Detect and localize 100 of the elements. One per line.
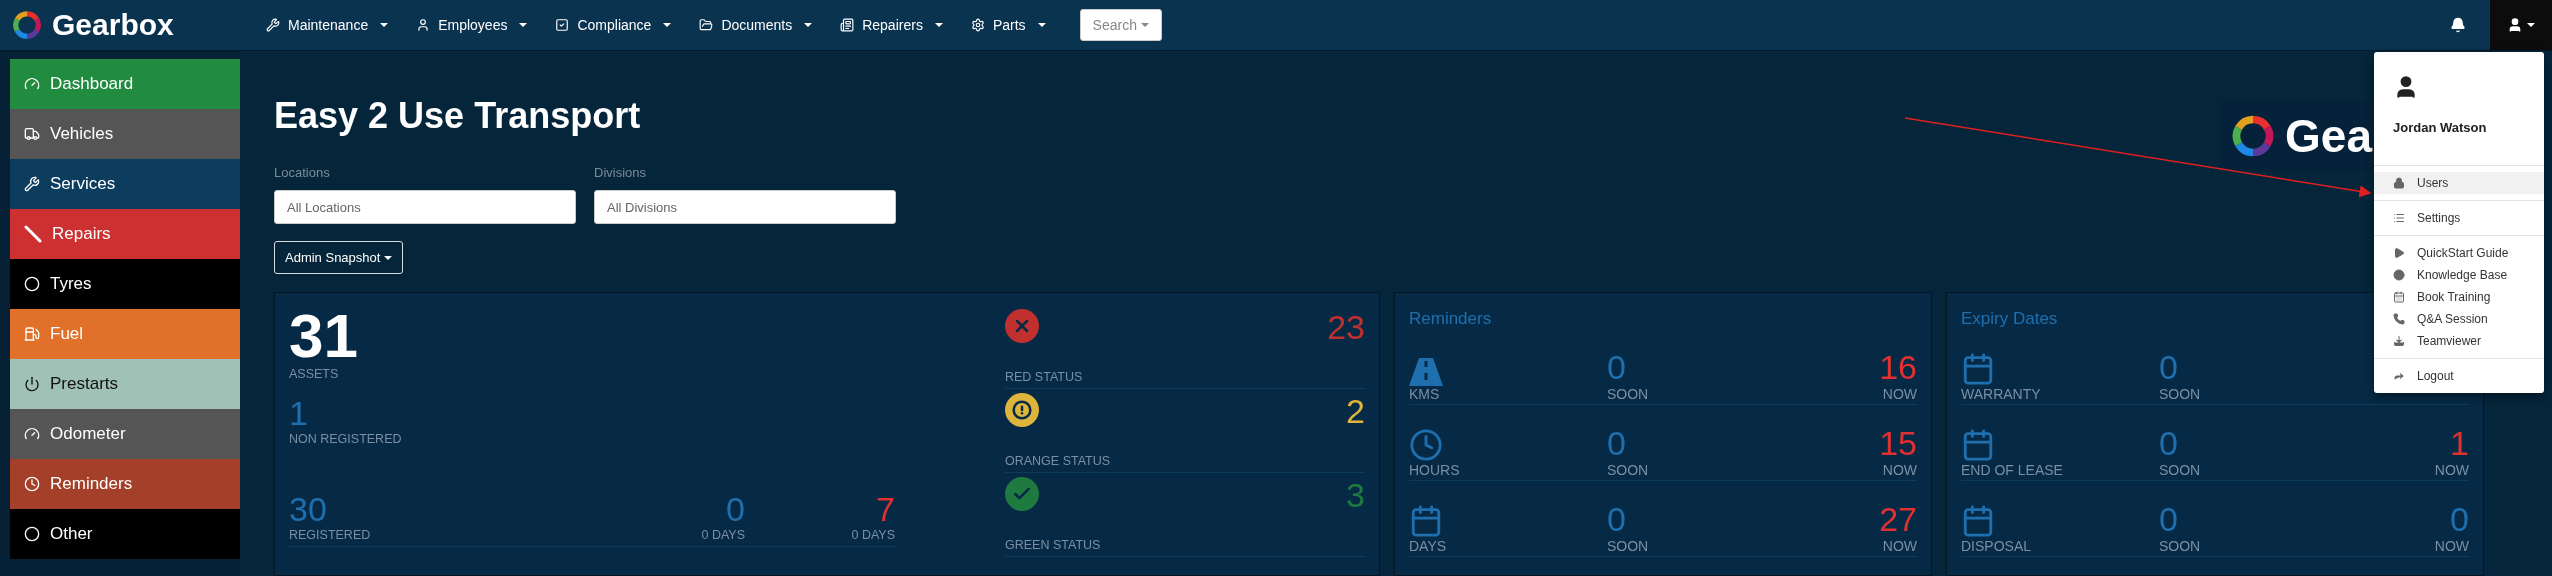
menu-item[interactable]: QuickStart Guide (2374, 242, 2544, 264)
sidebar-item[interactable]: Prestarts (10, 359, 240, 409)
sidebar-item[interactable]: Repairs (10, 209, 240, 259)
sidebar-item[interactable]: Reminders (10, 459, 240, 509)
menu-item[interactable]: Users (2374, 172, 2544, 194)
sidebar-item[interactable]: Vehicles (10, 109, 240, 159)
filter-input-field[interactable]: All Locations (274, 190, 576, 224)
soon-label: SOON (1607, 386, 1649, 402)
menu-item[interactable]: Knowledge Base (2374, 264, 2544, 286)
now-count: 27 (1879, 500, 1917, 538)
ring-icon (24, 526, 40, 542)
gauge-icon (24, 426, 40, 442)
user-name: Jordan Watson (2393, 120, 2488, 135)
status-count: 2 (1346, 393, 1365, 431)
status-count: 3 (1346, 477, 1365, 515)
newspaper-icon (840, 18, 855, 32)
nav-menu-item[interactable]: Parts (956, 17, 1060, 33)
filter-label: Locations (274, 165, 331, 180)
calendar-icon (1409, 504, 1443, 538)
non-registered-label: NON REGISTERED (289, 432, 403, 447)
nav-menu-item[interactable]: Maintenance (252, 17, 403, 33)
card-title: Expiry Dates (1961, 309, 2058, 329)
sidebar-item[interactable]: Odometer (10, 409, 240, 459)
menu-item[interactable]: Q&A Session (2374, 308, 2544, 330)
search-button[interactable]: Search (1079, 9, 1162, 41)
road-icon (1409, 358, 1443, 386)
calendar-icon (1961, 428, 1995, 462)
clock-icon (24, 476, 40, 492)
nav-menu-item[interactable]: Employees (402, 17, 542, 33)
now-label: NOW (1882, 462, 1917, 478)
sidebar-item[interactable]: Other (10, 509, 240, 559)
row-label: WARRANTY (1961, 386, 2041, 402)
now-label: NOW (2434, 462, 2469, 478)
soon-label: SOON (2159, 386, 2201, 402)
now-label: NOW (2434, 538, 2469, 554)
assets-count: 31 (289, 305, 359, 367)
menu-item[interactable]: Logout (2374, 365, 2544, 387)
soon-count: 0 (1607, 424, 1626, 462)
menu-item[interactable]: Book Training (2374, 286, 2544, 308)
download-icon (2393, 335, 2405, 347)
notification-bell-icon[interactable] (2450, 17, 2466, 33)
registered-count: 30 (289, 491, 328, 529)
card-title: Reminders (1409, 309, 1492, 329)
menu-item[interactable]: Teamviewer (2374, 330, 2544, 352)
power-icon (24, 376, 40, 392)
soon-count: 0 (2159, 348, 2178, 386)
ring-icon (24, 276, 40, 292)
gear-ring-logo-icon (12, 10, 42, 40)
person-icon (416, 18, 431, 32)
nav-menu-item[interactable]: Documents (685, 17, 827, 33)
calendar-icon (2393, 291, 2405, 303)
sidebar-item[interactable]: Tyres (10, 259, 240, 309)
row-label: HOURS (1409, 462, 1460, 478)
calendar-icon (1961, 504, 1995, 538)
wrench-icon (24, 176, 40, 192)
status-label: RED STATUS (1005, 370, 1083, 384)
soon-label: SOON (1607, 462, 1649, 478)
soon-count: 0 (2159, 500, 2178, 538)
soon-count: 0 (1607, 348, 1626, 386)
days-count: 7 (876, 491, 895, 529)
page-title: Easy 2 Use Transport (274, 95, 641, 137)
soon-count: 0 (2159, 424, 2178, 462)
lock-icon (2393, 177, 2405, 189)
gear-ring-logo-icon (2231, 114, 2276, 158)
screwdriver-icon (24, 225, 42, 243)
status-label: GREEN STATUS (1005, 538, 1101, 552)
menu-item[interactable]: Settings (2374, 207, 2544, 229)
folder-icon (699, 18, 714, 32)
row-label: END OF LEASE (1961, 462, 2063, 478)
user-menu-button[interactable] (2490, 0, 2552, 50)
soon-label: SOON (2159, 538, 2201, 554)
gauge-icon (24, 76, 40, 92)
checkbox-icon (555, 18, 570, 32)
wrench-icon (266, 18, 280, 32)
gear-icon (970, 18, 985, 32)
list-icon (2393, 212, 2405, 224)
now-count: 15 (1879, 424, 1917, 462)
sidebar-item[interactable]: Dashboard (10, 59, 240, 109)
filter-input-field[interactable]: All Divisions (594, 190, 896, 224)
now-count: 1 (2450, 424, 2469, 462)
calendar-icon (1961, 352, 1995, 386)
days-label: 0 DAYS (701, 528, 745, 543)
row-label: DAYS (1409, 538, 1447, 554)
now-count: 0 (2450, 500, 2469, 538)
clock-icon (1409, 428, 1443, 462)
brand-name: Gearbox (52, 8, 174, 42)
filter-label: Divisions (594, 165, 647, 180)
non-registered-count: 1 (289, 395, 309, 433)
snapshot-dropdown-button[interactable]: Admin Snapshot (274, 241, 404, 274)
forward-arrow-icon (2393, 370, 2405, 382)
sidebar-item[interactable]: Services (10, 159, 240, 209)
soon-count: 0 (1607, 500, 1626, 538)
fuel-pump-icon (24, 326, 40, 342)
nav-menu-item[interactable]: Compliance (541, 17, 686, 33)
now-label: NOW (1882, 386, 1917, 402)
days-count: 0 (726, 491, 745, 529)
status-count: 23 (1327, 309, 1365, 347)
nav-menu-item[interactable]: Repairers (826, 17, 957, 33)
now-label: NOW (1882, 538, 1917, 554)
row-label: KMS (1409, 386, 1440, 402)
